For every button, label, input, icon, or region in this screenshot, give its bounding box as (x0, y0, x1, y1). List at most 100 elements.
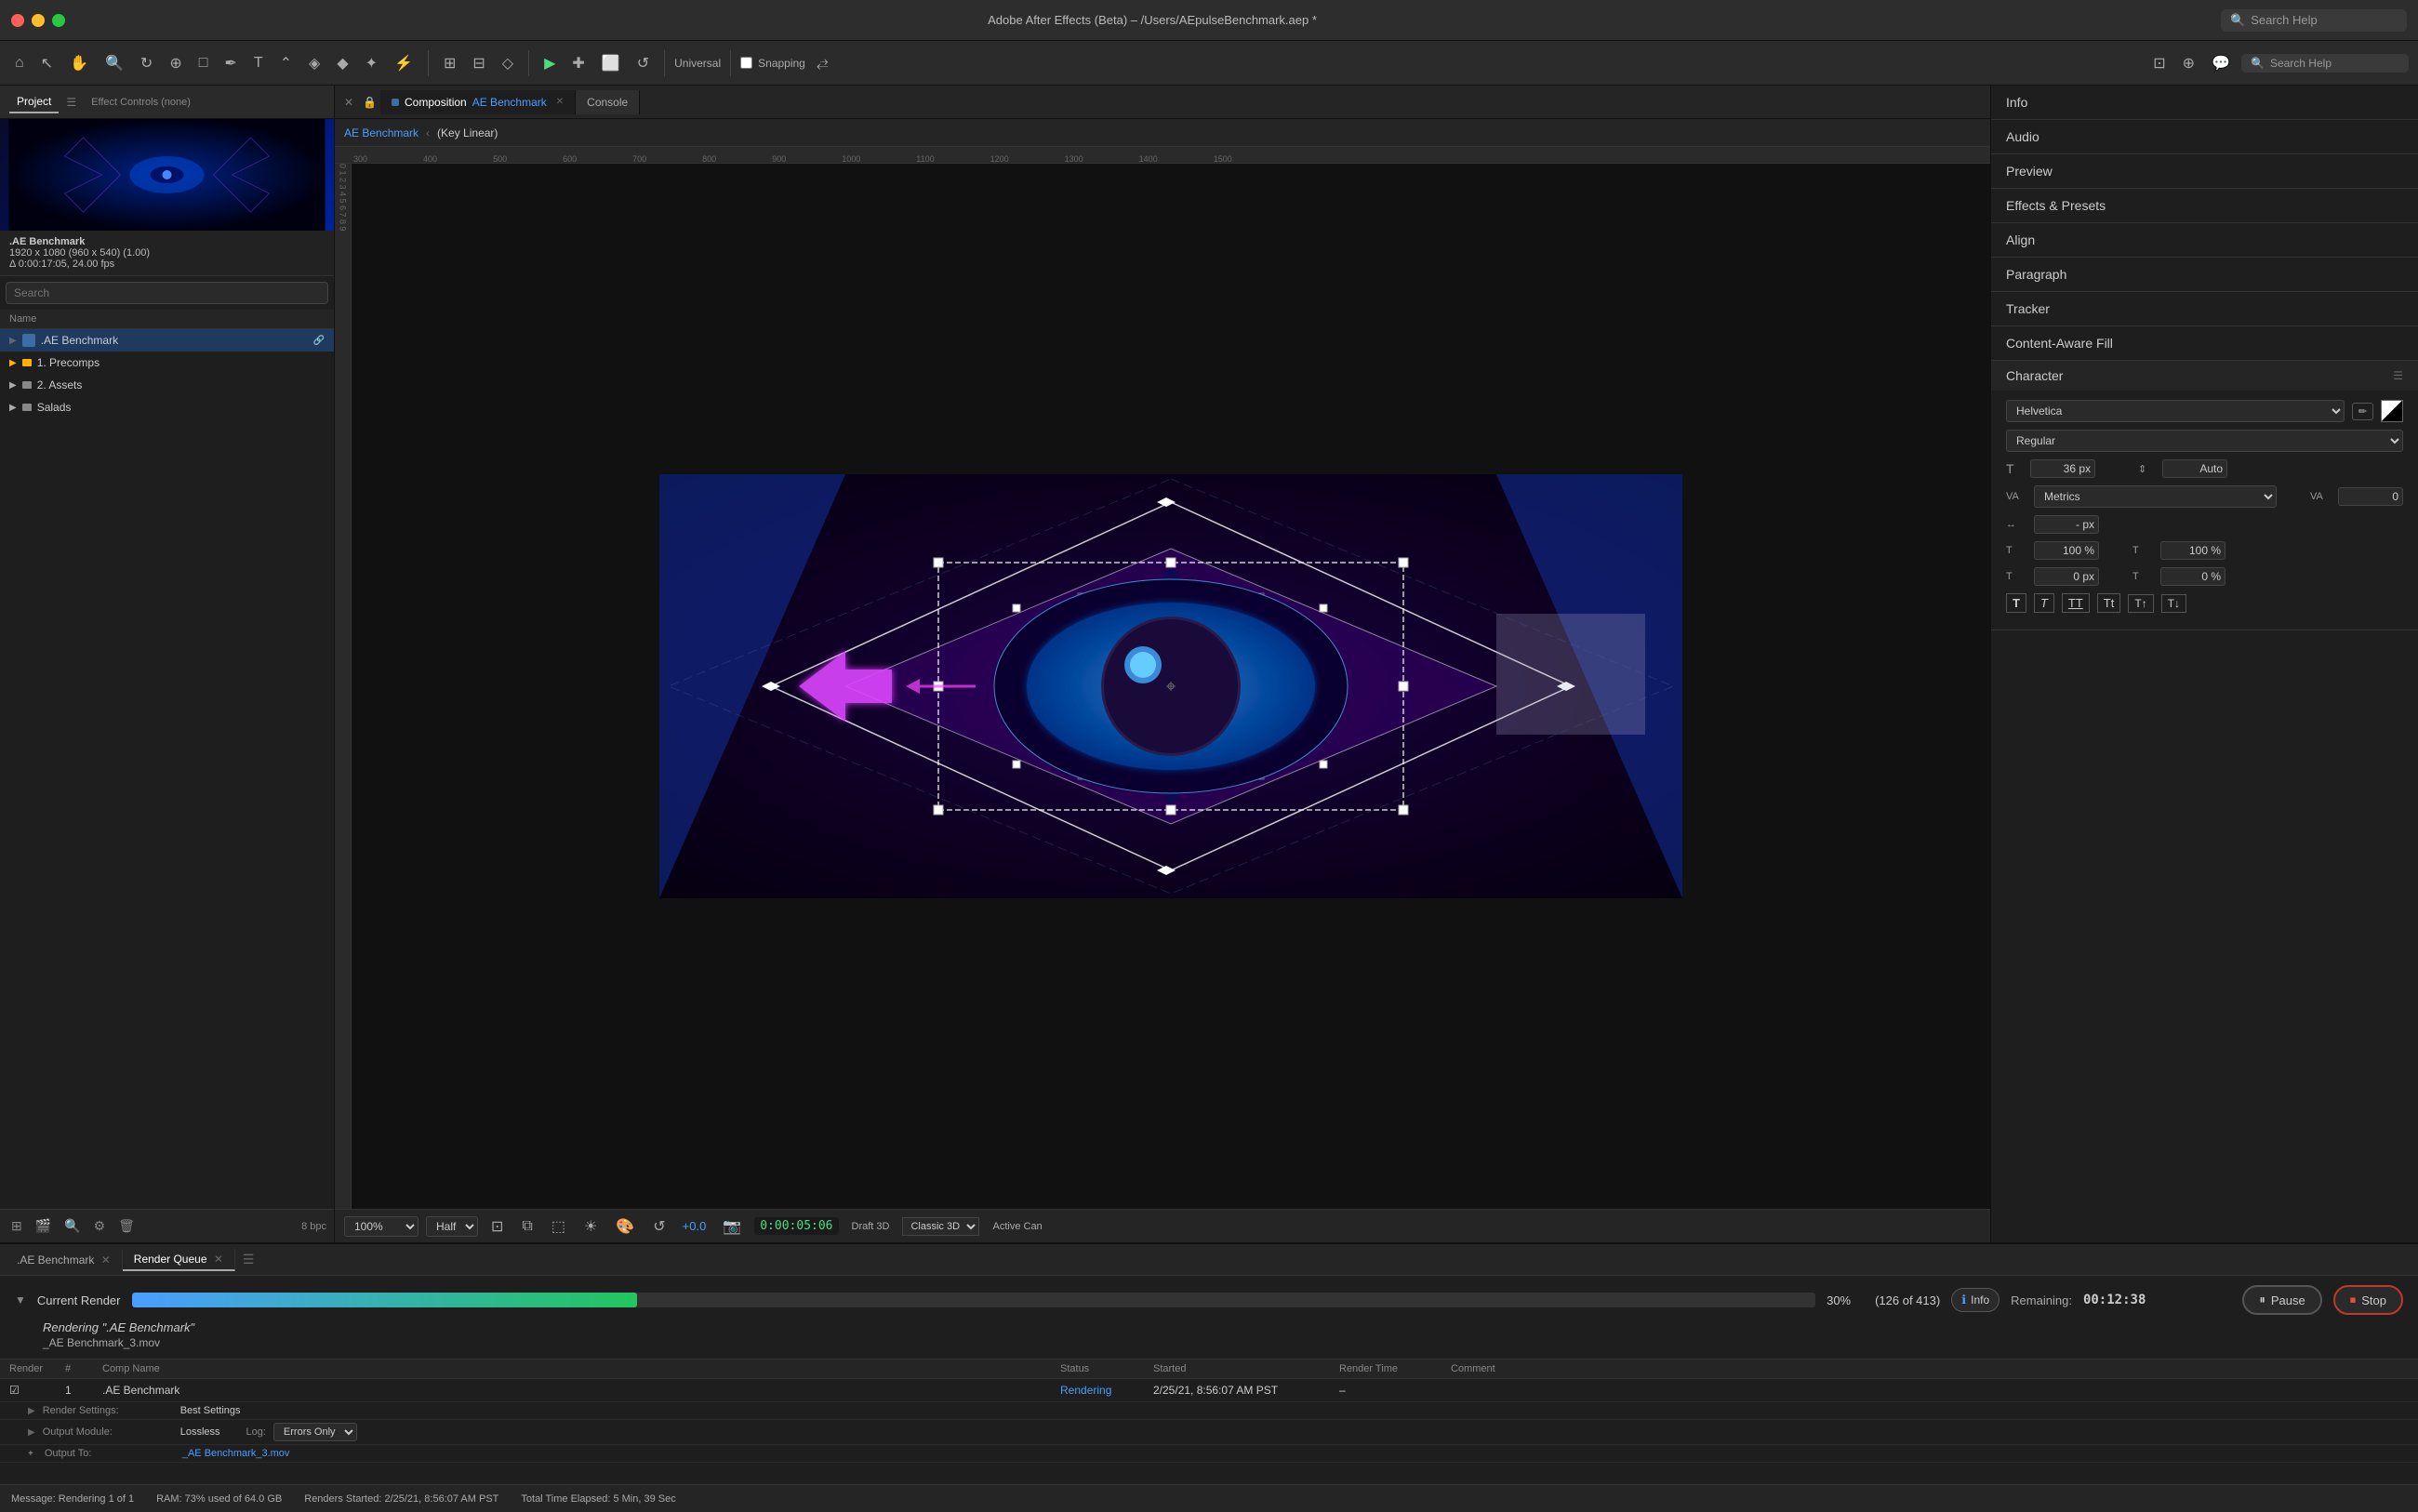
smallcaps-btn[interactable]: Tt (2097, 593, 2121, 613)
snapping-extra[interactable]: ⥄ (811, 51, 834, 75)
puppet-tool[interactable]: ✦ (360, 50, 383, 76)
search-replace-btn[interactable]: 🔍 (60, 1216, 84, 1236)
new-folder-btn[interactable]: ⊞ (7, 1216, 26, 1236)
zoom-select[interactable]: 100% (344, 1216, 418, 1237)
spacing-input[interactable] (2034, 515, 2099, 534)
refresh-btn[interactable]: ↺ (647, 1214, 671, 1240)
rect-btn[interactable]: ⬜ (596, 50, 626, 76)
comment-btn[interactable]: 💬 (2206, 50, 2236, 76)
hand-tool[interactable]: ✋ (64, 50, 94, 76)
extra-tool[interactable]: ⚡ (389, 50, 418, 76)
quality-select[interactable]: Half (426, 1216, 478, 1237)
tab-composition[interactable]: Composition AE Benchmark ✕ (380, 90, 576, 114)
cycle-btn[interactable]: ↺ (631, 50, 655, 76)
bottom-tab-benchmark[interactable]: .AE Benchmark ✕ (6, 1250, 123, 1270)
panel-item-info[interactable]: Info (1991, 86, 2418, 120)
info-popup-btn[interactable]: ℹ Info (1951, 1288, 2000, 1312)
om-expand[interactable]: ▶ (28, 1427, 35, 1438)
log-select[interactable]: Errors Only (273, 1423, 357, 1441)
align-vert[interactable]: ⊟ (467, 50, 490, 76)
monitor-btn[interactable]: ⊡ (2147, 50, 2171, 76)
file-item-ae-benchmark[interactable]: ▶ .AE Benchmark 🔗 (0, 329, 334, 351)
minimize-button[interactable] (32, 14, 45, 27)
fit-comp-btn[interactable]: ⊡ (485, 1214, 509, 1240)
text-tool[interactable]: T (248, 51, 269, 75)
file-item-salads[interactable]: ▶ Salads (0, 396, 334, 418)
panel-menu-icon[interactable]: ☰ (66, 96, 76, 109)
sup-btn[interactable]: T↑ (2128, 594, 2153, 613)
tab-console[interactable]: Console (576, 90, 640, 114)
trash-btn[interactable]: 🗑 (114, 1216, 139, 1236)
eraser-tool[interactable]: ◆ (331, 50, 353, 76)
pause-button[interactable]: ⏸ Pause (2242, 1285, 2321, 1315)
bottom-tab-render-close[interactable]: ✕ (214, 1253, 223, 1266)
sub-btn[interactable]: T↓ (2161, 594, 2186, 613)
panel-item-caf[interactable]: Content-Aware Fill (1991, 326, 2418, 361)
ot-val[interactable]: _AE Benchmark_3.mov (182, 1448, 290, 1459)
rs-val[interactable]: Best Settings (180, 1405, 241, 1416)
renderer-select[interactable]: Classic 3D (902, 1217, 979, 1236)
om-val[interactable]: Lossless (180, 1426, 220, 1438)
file-item-precomps[interactable]: ▶ 1. Precomps (0, 351, 334, 374)
view-mode-btn[interactable]: ⧉ (516, 1214, 538, 1239)
select-tool[interactable]: ↖ (35, 50, 59, 76)
close-button[interactable] (11, 14, 24, 27)
pen-tool[interactable]: ✒ (219, 50, 242, 76)
home-button[interactable]: ⌂ (9, 51, 30, 75)
panel-item-preview[interactable]: Preview (1991, 154, 2418, 189)
panel-item-tracker[interactable]: Tracker (1991, 292, 2418, 326)
tracking-input[interactable] (2338, 487, 2403, 506)
panel-item-audio[interactable]: Audio (1991, 120, 2418, 154)
italic-btn[interactable]: T (2034, 593, 2054, 613)
play-button[interactable]: ▶ (538, 50, 561, 76)
keyframe-btn[interactable]: ◇ (497, 50, 519, 76)
clone-tool[interactable]: ◈ (303, 50, 326, 76)
rq-row-1[interactable]: ☑ 1 .AE Benchmark Rendering 2/25/21, 8:5… (0, 1379, 2418, 1402)
rs-expand[interactable]: ▶ (28, 1406, 35, 1416)
bottom-tab-render[interactable]: Render Queue ✕ (123, 1249, 235, 1271)
allcaps-btn[interactable]: TT (2062, 593, 2090, 613)
shape-tool[interactable]: □ (193, 51, 214, 75)
bottom-tab-menu[interactable]: ☰ (243, 1252, 255, 1267)
tab-close-icon[interactable]: ✕ (339, 96, 359, 109)
leading-input[interactable] (2162, 459, 2227, 478)
fullscreen-button[interactable] (52, 14, 65, 27)
panel-item-align[interactable]: Align (1991, 223, 2418, 258)
transparency-btn[interactable]: ⬚ (546, 1214, 571, 1240)
toolbar-search-box[interactable]: 🔍 Search Help (2241, 54, 2409, 73)
project-search-input[interactable] (6, 282, 328, 304)
char-color-swatch[interactable] (2381, 400, 2403, 422)
dependencies-btn[interactable]: ⚙ (90, 1216, 110, 1236)
stop-button[interactable]: ⏹ Stop (2333, 1285, 2403, 1315)
new-comp-btn[interactable]: 🎬 (32, 1216, 55, 1236)
scale-h-input[interactable] (2034, 541, 2099, 560)
rotation-tool[interactable]: ↻ (135, 50, 158, 76)
tab-effect-controls[interactable]: Effect Controls (none) (84, 93, 198, 112)
kerning-select[interactable]: Metrics (2034, 485, 2277, 508)
baseline-input[interactable] (2034, 567, 2099, 586)
rq-check[interactable]: ☑ (9, 1384, 65, 1397)
font-family-select[interactable]: Helvetica (2006, 400, 2345, 422)
cr-chevron[interactable]: ▼ (15, 1293, 26, 1306)
character-panel-header[interactable]: Character ☰ (1991, 361, 2418, 391)
bold-btn[interactable]: T (2006, 593, 2026, 613)
file-item-assets[interactable]: ▶ 2. Assets (0, 374, 334, 396)
draft-3d-btn[interactable]: Draft 3D (846, 1217, 896, 1236)
timecode-display[interactable]: 0:00:05:06 (754, 1217, 838, 1235)
breadcrumb-root[interactable]: AE Benchmark (344, 126, 418, 139)
camera-sync-btn[interactable]: ⊕ (2177, 50, 2200, 76)
exposure-btn[interactable]: ☀ (578, 1214, 603, 1240)
add-btn[interactable]: ✚ (566, 50, 590, 76)
snapping-checkbox[interactable] (740, 57, 752, 69)
snapshot-btn[interactable]: 📷 (717, 1214, 747, 1240)
color-correct-btn[interactable]: 🎨 (610, 1214, 640, 1240)
tsf-input[interactable] (2160, 567, 2225, 586)
comp-viewport[interactable] (352, 164, 1990, 1209)
zoom-tool[interactable]: 🔍 (100, 50, 129, 76)
brush-tool[interactable]: ⌃ (274, 50, 298, 76)
titlebar-search[interactable]: 🔍 Search Help (2221, 9, 2407, 32)
font-style-select[interactable]: Regular (2006, 430, 2403, 452)
bottom-tab-benchmark-close[interactable]: ✕ (101, 1253, 111, 1267)
anchor-tool[interactable]: ⊕ (164, 50, 187, 76)
scale-v-input[interactable] (2160, 541, 2225, 560)
